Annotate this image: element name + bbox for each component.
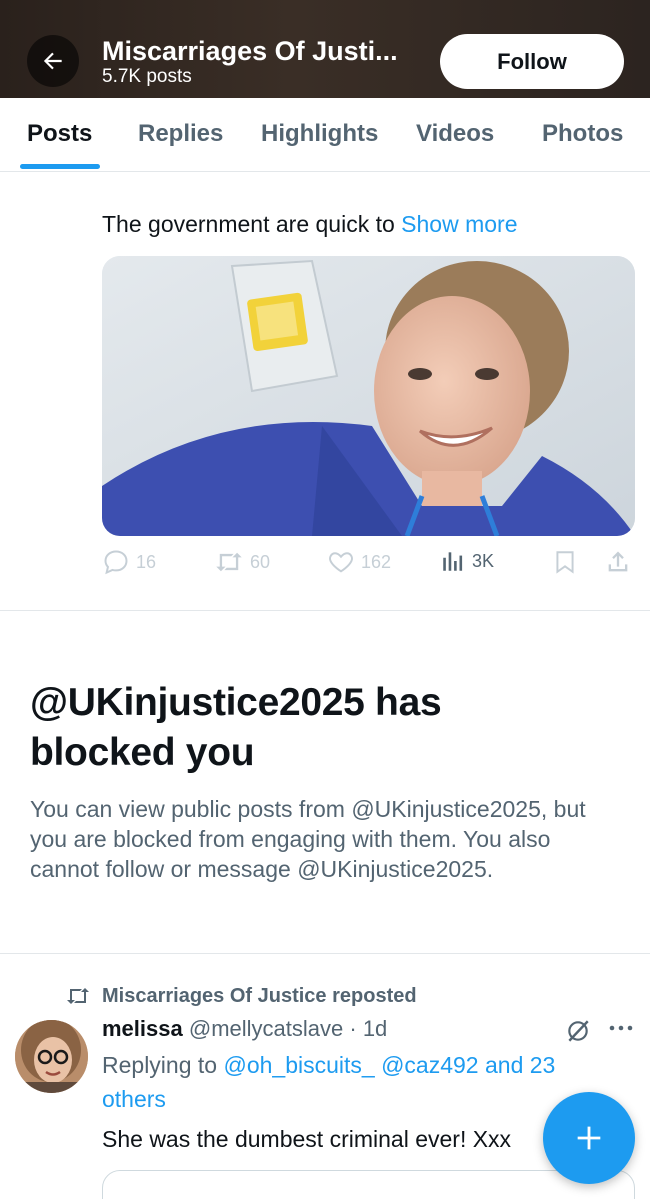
author-name[interactable]: melissa [102, 1016, 183, 1041]
comment-icon [104, 550, 128, 575]
tab-photos[interactable]: Photos [542, 120, 623, 148]
photo-nurse-smiling [102, 256, 635, 536]
section-divider [0, 953, 650, 954]
mention-link[interactable]: @oh_biscuits_ [223, 1052, 374, 1078]
show-more-link[interactable]: Show more [401, 211, 517, 237]
repost-count: 60 [250, 551, 271, 572]
plus-icon [577, 1126, 601, 1150]
repost-action[interactable]: 60 [214, 548, 270, 576]
replying-prefix: Replying to [102, 1052, 224, 1078]
post-count: 5.7K posts [102, 66, 192, 87]
more-options-button[interactable] [608, 1018, 634, 1043]
author-handle[interactable]: @mellycatslave [189, 1016, 343, 1041]
tab-replies[interactable]: Replies [138, 120, 223, 148]
repost-indicator[interactable]: Miscarriages Of Justice reposted [64, 984, 417, 1008]
more-dots-icon [609, 1025, 633, 1031]
post-text: The government are quick to Show more [102, 211, 518, 238]
compose-button[interactable] [543, 1092, 635, 1184]
tab-highlights[interactable]: Highlights [261, 120, 378, 148]
tab-posts[interactable]: Posts [27, 120, 92, 148]
reply-action[interactable]: 16 [102, 548, 156, 576]
heart-icon [329, 552, 353, 573]
reply-count: 16 [136, 551, 157, 572]
grok-icon [568, 1020, 589, 1042]
post-text-body: The government are quick to [102, 211, 402, 237]
like-action[interactable]: 162 [327, 548, 391, 576]
share-action[interactable] [604, 548, 632, 576]
tweet-text: She was the dumbest criminal ever! Xxx [102, 1126, 512, 1152]
reposted-by-label: Miscarriages Of Justice reposted [102, 984, 417, 1007]
mention-link[interactable]: @caz492 [381, 1052, 479, 1078]
views-action[interactable]: 3K [440, 548, 494, 574]
post-actions: 16 60 162 3K [102, 548, 632, 582]
blocked-title: @UKinjustice2025 has blocked you [30, 681, 442, 774]
bookmark-icon [556, 551, 574, 574]
bar-chart-icon [443, 552, 463, 571]
like-count: 162 [361, 551, 392, 572]
profile-tabs: Posts Replies Highlights Videos Photos [0, 98, 650, 172]
share-icon [608, 551, 628, 572]
post-time[interactable]: 1d [363, 1016, 387, 1041]
back-button[interactable] [27, 35, 79, 87]
time-separator: · [343, 1016, 363, 1041]
repost-icon [67, 988, 89, 1004]
quoted-post-card[interactable] [102, 1170, 635, 1199]
replying-to: Replying to @oh_biscuits_ @caz492 and 23… [102, 1048, 602, 1116]
profile-header: Miscarriages Of Justi... 5.7K posts Foll… [0, 0, 650, 98]
avatar-photo [15, 1020, 88, 1093]
tab-videos[interactable]: Videos [416, 120, 494, 148]
views-count: 3K [472, 550, 495, 571]
repost-icon [216, 552, 242, 572]
bookmark-action[interactable] [552, 548, 578, 576]
profile-title: Miscarriages Of Justi... [102, 36, 398, 66]
avatar[interactable] [15, 1020, 88, 1093]
post-divider [0, 610, 650, 611]
post-media-photo[interactable] [102, 256, 635, 536]
follow-button[interactable]: Follow [440, 34, 624, 89]
arrow-left-icon [43, 52, 62, 70]
grok-button[interactable] [565, 1018, 591, 1049]
author-line: melissa @mellycatslave · 1d [102, 1016, 387, 1042]
blocked-description: You can view public posts from @UKinjust… [30, 796, 586, 882]
active-tab-indicator [20, 164, 100, 169]
